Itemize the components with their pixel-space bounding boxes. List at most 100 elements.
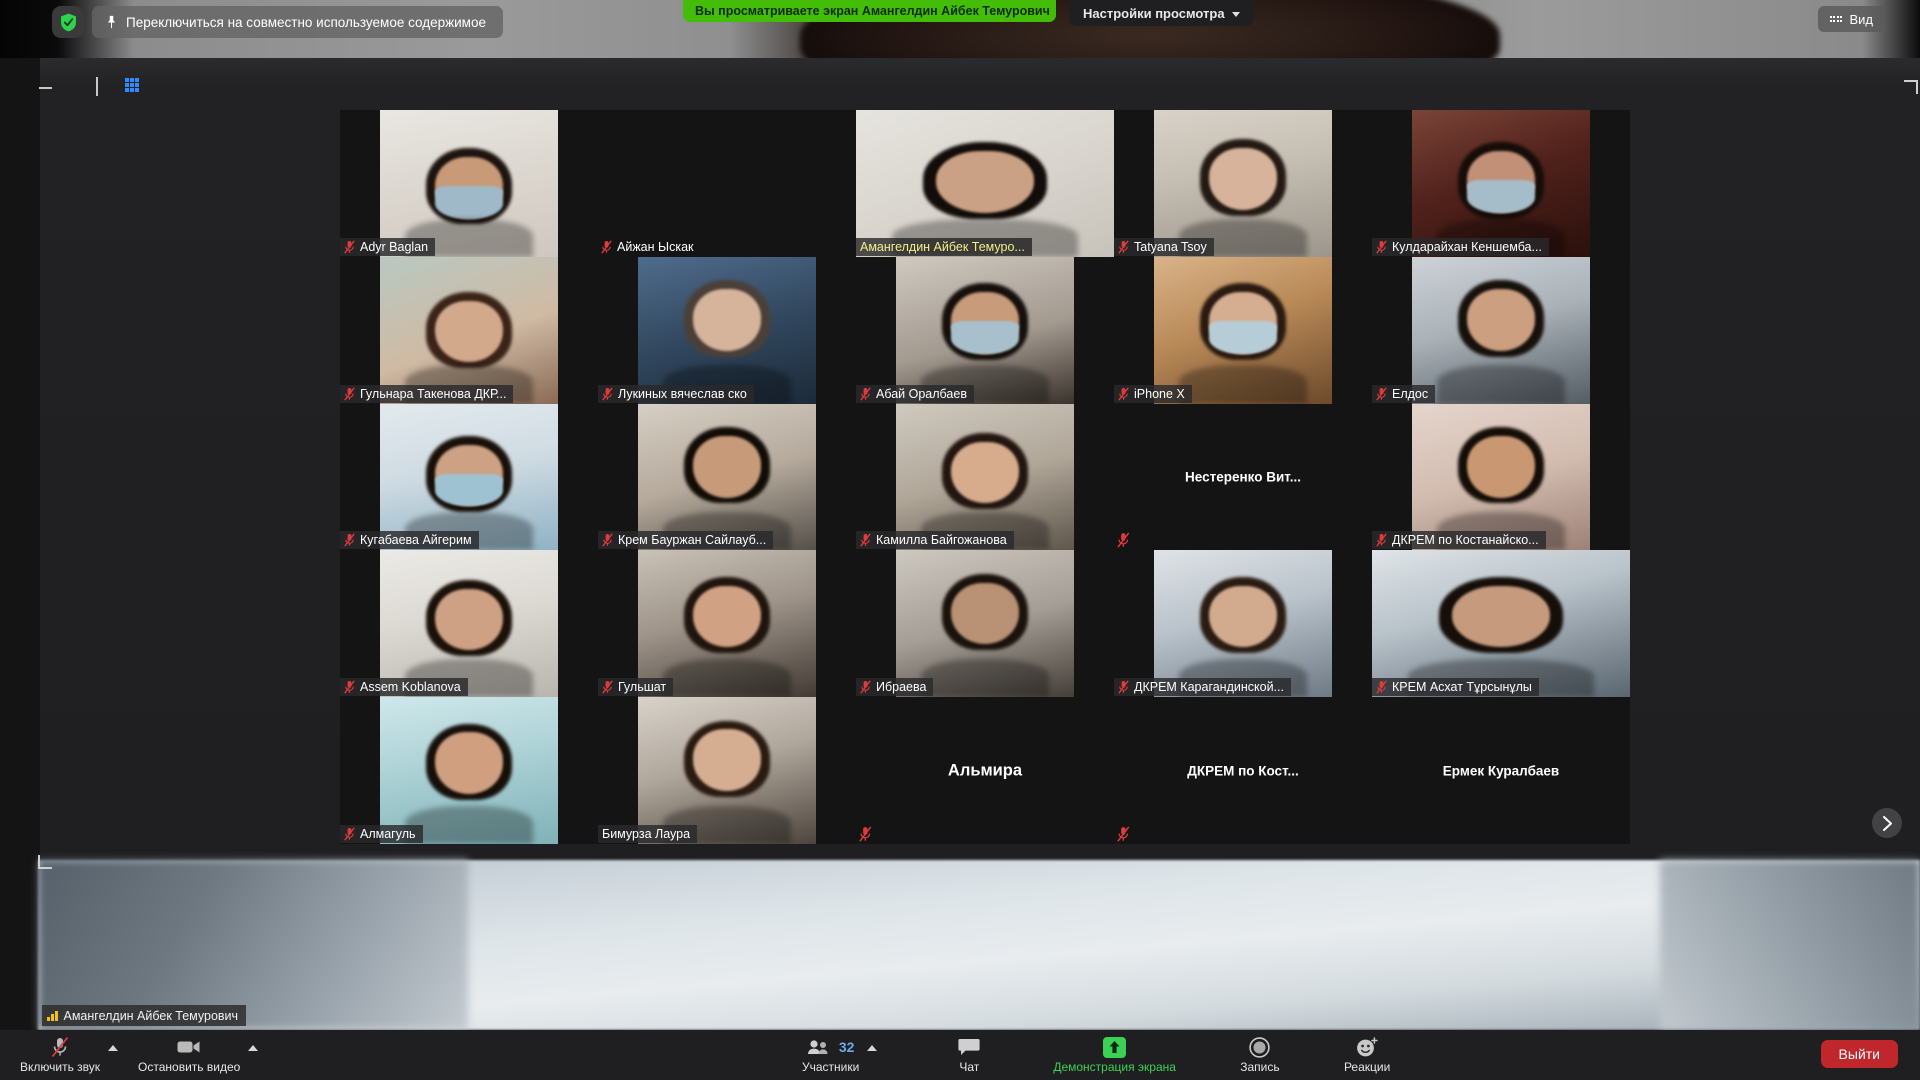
participant-tile[interactable]: Гульнара Такенова ДКР... xyxy=(340,256,598,404)
participant-tile[interactable]: Tatyana Tsoy xyxy=(1114,110,1372,257)
security-shield-icon[interactable] xyxy=(52,6,84,38)
next-page-button[interactable] xyxy=(1872,808,1902,838)
view-mode-label: Вид xyxy=(1849,11,1873,27)
view-mode-button[interactable]: Вид xyxy=(1817,6,1885,32)
participant-tile[interactable]: ДКРЕМ Карагандинской... xyxy=(1114,550,1372,698)
participant-tile[interactable]: ДКРЕМ по Кост... xyxy=(1114,697,1372,844)
participant-tile[interactable]: ДКРЕМ по Костанайско... xyxy=(1372,403,1630,551)
participant-center-name: Ермек Куралбаев xyxy=(1442,763,1560,779)
microphone-muted-icon xyxy=(1376,240,1387,254)
participant-name-text: Камилла Байгожанова xyxy=(876,533,1007,548)
participant-tile[interactable]: Ермек Куралбаев xyxy=(1372,697,1630,844)
participant-tile[interactable]: КРЕМ Асхат Тұрсынұлы xyxy=(1372,550,1630,698)
viewing-screen-banner-text: Вы просматриваете экран Амангелдин Айбек… xyxy=(695,4,1050,18)
participant-video-feed xyxy=(1154,550,1332,698)
gallery-resize-corner-bottom-left[interactable] xyxy=(38,855,52,869)
viewing-screen-banner: Вы просматриваете экран Амангелдин Айбек… xyxy=(683,0,1056,22)
participant-name-text: Кугабаева Айгерим xyxy=(360,533,472,548)
unmute-button[interactable]: Включить звук xyxy=(14,1030,106,1080)
chat-button[interactable]: Чат xyxy=(943,1030,995,1080)
participants-options-caret[interactable] xyxy=(867,1045,878,1051)
participant-name-text: КРЕМ Асхат Тұрсынұлы xyxy=(1392,680,1532,695)
self-view-name-text: Амангелдин Айбек Темурович xyxy=(63,1008,239,1023)
participant-tile[interactable]: Assem Koblanova xyxy=(340,550,598,698)
participant-tile[interactable]: Лукиных вячеслав ско xyxy=(598,256,856,404)
participant-tile[interactable]: Айжан Ыскак xyxy=(598,110,856,257)
participant-video-feed xyxy=(380,403,558,551)
chat-label: Чат xyxy=(959,1060,980,1074)
participant-name-label: Кулдарайхан Кеншемба... xyxy=(1372,237,1549,256)
record-button[interactable]: Запись xyxy=(1234,1030,1286,1080)
participant-tile[interactable]: Кугабаева Айгерим xyxy=(340,403,598,551)
stop-video-button[interactable]: Остановить видео xyxy=(132,1030,246,1080)
participant-video-feed xyxy=(896,256,1074,404)
microphone-muted-icon xyxy=(1118,240,1129,254)
microphone-muted-icon xyxy=(860,680,871,694)
participant-tile[interactable]: Елдос xyxy=(1372,256,1630,404)
pin-icon xyxy=(106,15,117,29)
participant-tile[interactable]: Абай Оралбаев xyxy=(856,256,1114,404)
participant-name-label: Tatyana Tsoy xyxy=(1114,237,1214,256)
participant-gallery-grid: Adyr Baglan Айжан Ыскак Амангелдин Айбек Т… xyxy=(340,110,1630,844)
participant-tile[interactable]: Камилла Байгожанова xyxy=(856,403,1114,551)
share-screen-label: Демонстрация экрана xyxy=(1053,1060,1176,1074)
participant-name-text: Алмагуль xyxy=(360,826,416,841)
microphone-muted-icon xyxy=(344,533,355,547)
participant-tile[interactable]: Бимурза Лаура xyxy=(598,697,856,844)
participant-name-label: ДКРЕМ Карагандинской... xyxy=(1114,678,1291,697)
share-screen-button[interactable]: Демонстрация экрана xyxy=(1047,1030,1182,1080)
participant-tile[interactable]: Нестеренко Вит... xyxy=(1114,403,1372,551)
participant-video-feed xyxy=(380,110,558,257)
participant-tile[interactable]: iPhone X xyxy=(1114,256,1372,404)
participant-name-text: ДКРЕМ по Костанайско... xyxy=(1392,533,1539,548)
participant-video-feed xyxy=(1154,256,1332,404)
gallery-resize-corner-top-right[interactable] xyxy=(1904,80,1918,94)
reactions-button[interactable]: Реакции xyxy=(1338,1030,1396,1080)
leave-meeting-button[interactable]: Выйти xyxy=(1820,1040,1898,1068)
split-view-icon[interactable] xyxy=(96,77,111,96)
participant-video-feed xyxy=(1372,550,1630,698)
participant-video-feed xyxy=(638,697,816,844)
chat-bubble-icon xyxy=(958,1036,980,1058)
video-options-caret[interactable] xyxy=(248,1045,259,1051)
participant-tile[interactable]: Кулдарайхан Кеншемба... xyxy=(1372,110,1630,257)
participant-name-label: iPhone X xyxy=(1114,384,1192,403)
participants-button[interactable]: 32 Участники xyxy=(796,1030,865,1080)
participants-label: Участники xyxy=(801,1060,860,1074)
microphone-muted-icon xyxy=(1376,533,1387,547)
participant-name-text: Гульнара Такенова ДКР... xyxy=(360,386,507,401)
stop-video-label: Остановить видео xyxy=(138,1060,241,1074)
shared-screen-left-edge xyxy=(0,58,40,1030)
participant-name-label: ДКРЕМ по Костанайско... xyxy=(1372,531,1546,550)
microphone-muted-icon xyxy=(1118,680,1129,694)
audio-controls-group: Включить звук Остановить видео xyxy=(14,1030,272,1080)
participant-name-text: Елдос xyxy=(1392,386,1429,401)
grid-view-icon xyxy=(1829,16,1843,22)
participant-center-name: Альмира xyxy=(947,761,1023,780)
participant-tile[interactable]: Adyr Baglan xyxy=(340,110,598,257)
microphone-muted-icon xyxy=(602,387,613,401)
participant-tile[interactable]: Гульшат xyxy=(598,550,856,698)
minimize-icon[interactable] xyxy=(38,78,53,93)
participant-tile[interactable]: Альмира xyxy=(856,697,1114,844)
participant-name-label: Амангелдин Айбек Темуро... xyxy=(856,237,1032,256)
participant-tile[interactable]: Крем Бауржан Сайлауб... xyxy=(598,403,856,551)
network-signal-icon xyxy=(47,1010,58,1021)
switch-to-shared-content-button[interactable]: Переключиться на совместно используемое … xyxy=(92,6,503,38)
participant-name-text: ДКРЕМ Карагандинской... xyxy=(1134,680,1284,695)
maximize-icon[interactable] xyxy=(67,78,82,93)
participant-name-text: Амангелдин Айбек Темуро... xyxy=(860,239,1025,254)
participant-video-feed xyxy=(638,403,816,551)
audio-options-caret[interactable] xyxy=(108,1045,119,1051)
participant-tile[interactable]: Ибраева xyxy=(856,550,1114,698)
gallery-view-icon[interactable] xyxy=(125,78,140,93)
participant-tile[interactable]: Алмагуль xyxy=(340,697,598,844)
microphone-muted-icon xyxy=(1376,387,1387,401)
microphone-muted-icon xyxy=(344,240,355,254)
participant-name-label: Ибраева xyxy=(856,678,934,697)
participant-name-text: Кулдарайхан Кеншемба... xyxy=(1392,239,1542,254)
microphone-muted-icon xyxy=(602,533,613,547)
view-settings-button[interactable]: Настройки просмотра xyxy=(1069,0,1254,26)
microphone-muted-icon xyxy=(344,680,355,694)
participant-tile[interactable]: Амангелдин Айбек Темуро... xyxy=(856,110,1114,257)
